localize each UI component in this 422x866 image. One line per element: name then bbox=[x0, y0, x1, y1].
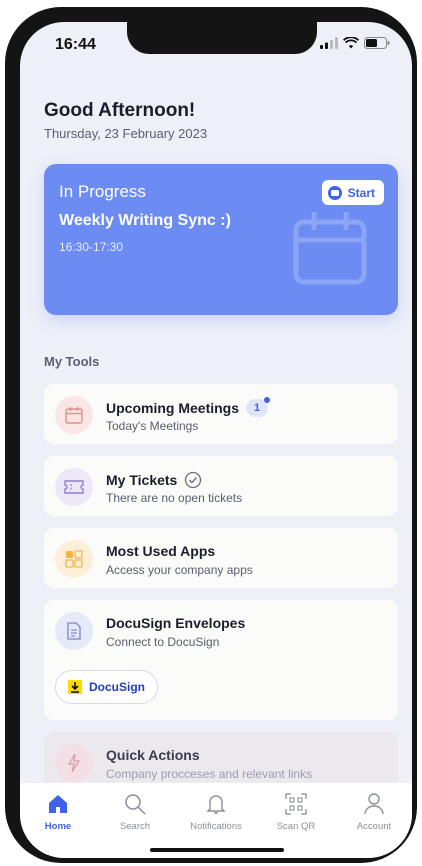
docusign-logo-icon bbox=[68, 680, 82, 694]
tool-title-text: Quick Actions bbox=[106, 747, 200, 763]
tool-subtitle: Access your company apps bbox=[106, 563, 253, 577]
nav-label: Scan QR bbox=[276, 821, 316, 832]
nav-home[interactable]: Home bbox=[20, 791, 96, 832]
nav-label: Search bbox=[119, 821, 151, 832]
nav-search[interactable]: Search bbox=[97, 791, 173, 832]
in-progress-meeting-card[interactable]: In Progress Weekly Writing Sync :) 16:30… bbox=[44, 164, 398, 315]
tool-subtitle: There are no open tickets bbox=[106, 491, 243, 505]
video-camera-icon bbox=[327, 185, 342, 200]
wifi-icon bbox=[343, 37, 359, 49]
check-circle-icon bbox=[185, 471, 202, 489]
document-icon bbox=[55, 612, 93, 650]
meetings-count-badge: 1 bbox=[246, 397, 271, 417]
qr-scan-icon bbox=[258, 791, 334, 817]
tool-title-text: Upcoming Meetings bbox=[106, 400, 240, 416]
tool-subtitle: Company procceses and relevant links bbox=[106, 767, 313, 781]
nav-scan-qr[interactable]: Scan QR bbox=[258, 791, 334, 832]
nav-label: Notifications bbox=[190, 821, 242, 832]
tool-subtitle: Connect to DocuSign bbox=[106, 635, 220, 649]
tool-title: Most Used Apps bbox=[106, 543, 215, 559]
tool-title-text: My Tickets bbox=[106, 472, 178, 488]
tool-title: DocuSign Envelopes bbox=[106, 615, 245, 631]
current-date: Thursday, 23 February 2023 bbox=[44, 126, 208, 141]
tool-title: Quick Actions bbox=[106, 747, 200, 763]
tools-section-title: My Tools bbox=[44, 354, 100, 369]
tool-title: My Tickets bbox=[106, 471, 202, 489]
docusign-envelopes-card[interactable]: DocuSign Envelopes Connect to DocuSign D… bbox=[44, 600, 398, 720]
my-tickets-card[interactable]: My Tickets There are no open tickets bbox=[44, 456, 398, 516]
notch bbox=[127, 22, 317, 54]
meeting-time: 16:30-17:30 bbox=[59, 240, 124, 254]
bell-icon bbox=[178, 791, 254, 817]
signal-icon bbox=[320, 37, 338, 49]
bottom-navigation: Home Search Notifications Scan QR Accoun… bbox=[20, 782, 412, 858]
upcoming-meetings-card[interactable]: Upcoming Meetings 1 Today's Meetings bbox=[44, 384, 398, 444]
home-indicator[interactable] bbox=[150, 848, 284, 852]
apps-grid-icon bbox=[55, 540, 93, 578]
badge-count: 1 bbox=[253, 402, 261, 414]
meeting-status: In Progress bbox=[59, 182, 146, 201]
app-screen: 16:44 Good Afternoon! Thursday, 23 Febru… bbox=[20, 22, 412, 858]
status-icons bbox=[320, 37, 390, 49]
docusign-button-label: DocuSign bbox=[89, 680, 145, 694]
notification-dot bbox=[264, 397, 271, 403]
nav-label: Account bbox=[356, 821, 392, 832]
tool-title-text: Most Used Apps bbox=[106, 543, 216, 559]
search-icon bbox=[97, 791, 173, 817]
phone-frame: 16:44 Good Afternoon! Thursday, 23 Febru… bbox=[5, 7, 417, 863]
start-meeting-button[interactable]: Start bbox=[321, 180, 384, 205]
tool-subtitle: Today's Meetings bbox=[106, 419, 199, 433]
user-icon bbox=[336, 791, 412, 817]
docusign-connect-button[interactable]: DocuSign bbox=[55, 670, 158, 704]
tool-title-text: DocuSign Envelopes bbox=[106, 615, 246, 631]
nav-notifications[interactable]: Notifications bbox=[178, 791, 254, 832]
calendar-icon bbox=[55, 396, 93, 434]
ticket-icon bbox=[55, 468, 93, 506]
start-label: Start bbox=[347, 185, 375, 200]
volume-up-button bbox=[9, 143, 17, 199]
greeting-title: Good Afternoon! bbox=[44, 100, 196, 121]
lightning-icon bbox=[55, 744, 93, 782]
status-time: 16:44 bbox=[55, 36, 96, 53]
nav-account[interactable]: Account bbox=[336, 791, 412, 832]
battery-icon bbox=[364, 37, 390, 49]
nav-label: Home bbox=[44, 821, 72, 832]
tool-title: Upcoming Meetings 1 bbox=[106, 397, 271, 417]
volume-down-button bbox=[9, 203, 17, 259]
most-used-apps-card[interactable]: Most Used Apps Access your company apps bbox=[44, 528, 398, 588]
calendar-watermark-icon bbox=[293, 212, 367, 285]
meeting-title: Weekly Writing Sync :) bbox=[59, 212, 231, 229]
home-icon bbox=[20, 791, 96, 817]
